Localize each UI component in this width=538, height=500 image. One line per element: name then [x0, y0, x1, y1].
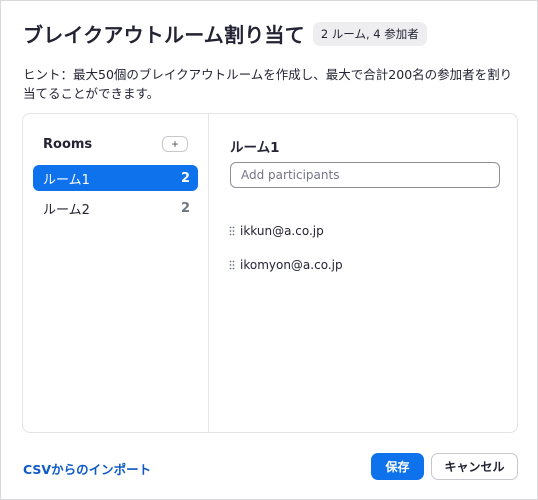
drag-handle-icon[interactable] — [229, 260, 235, 270]
hint-text: ヒント：最大50個のブレイクアウトルームを作成し、最大で合計200名の参加者を割… — [23, 67, 513, 101]
save-button[interactable]: 保存 — [371, 453, 424, 480]
room-item-label: ルーム1 — [43, 172, 90, 188]
room-detail-column: ルーム1 ikkun@a.co.jp — [209, 114, 517, 432]
room-list: ルーム1 2 ルーム2 2 — [33, 165, 198, 225]
dialog-header: ブレイクアウトルーム割り当て 2 ルーム, 4 参加者 — [23, 19, 517, 48]
rooms-header: Rooms + — [43, 136, 188, 152]
room-item-2[interactable]: ルーム2 2 — [33, 195, 198, 221]
rooms-title: Rooms — [43, 136, 93, 152]
dialog-title: ブレイクアウトルーム割り当て — [23, 23, 305, 47]
participant-email: ikomyon@a.co.jp — [240, 258, 343, 272]
room-item-1[interactable]: ルーム1 2 — [33, 165, 198, 191]
room-item-label: ルーム2 — [43, 202, 90, 218]
add-room-button[interactable]: + — [162, 136, 188, 152]
rooms-column: Rooms + ルーム1 2 ルーム2 2 — [23, 114, 209, 432]
plus-icon: + — [171, 137, 179, 151]
drag-handle-icon[interactable] — [229, 226, 235, 236]
participant-email: ikkun@a.co.jp — [240, 224, 324, 238]
rooms-panel: Rooms + ルーム1 2 ルーム2 2 ルーム1 Add participa… — [22, 113, 518, 433]
csv-import-link[interactable]: CSVからのインポート — [23, 459, 151, 478]
breakout-assign-dialog: ブレイクアウトルーム割り当て 2 ルーム, 4 参加者 ヒント：最大50個のブレ… — [0, 0, 538, 500]
cancel-button[interactable]: キャンセル — [431, 453, 518, 480]
participant-row[interactable]: ikkun@a.co.jp — [229, 214, 343, 248]
participant-list: ikkun@a.co.jp ikomyon@a.co.jp — [229, 214, 343, 282]
room-item-count: 2 — [180, 170, 190, 186]
participant-row[interactable]: ikomyon@a.co.jp — [229, 248, 343, 282]
room-item-count: 2 — [180, 200, 190, 216]
add-participants-input[interactable] — [230, 162, 500, 188]
room-participant-summary-badge: 2 ルーム, 4 参加者 — [312, 21, 427, 46]
selected-room-title: ルーム1 — [230, 140, 280, 156]
